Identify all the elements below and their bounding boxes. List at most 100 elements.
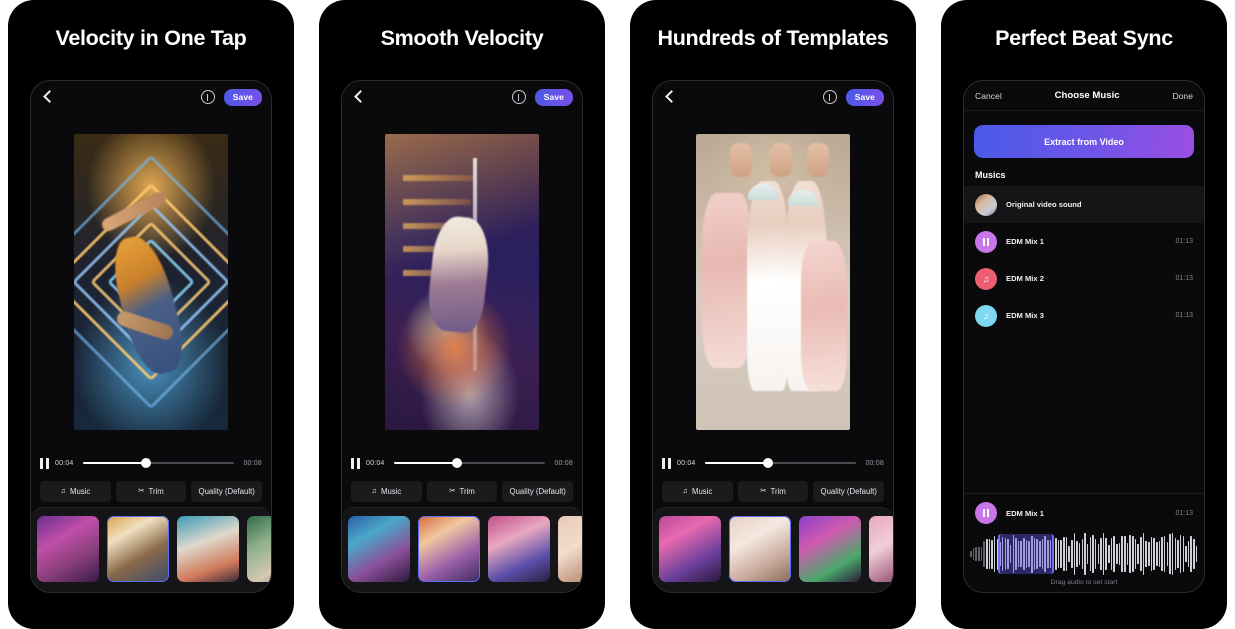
editor-topbar: Save <box>31 81 271 113</box>
scissors-icon: ✂ <box>760 486 767 496</box>
music-screen-title: Choose Music <box>1054 90 1120 101</box>
tool-button-row: ♫ Music ✂ Trim Quality (Default) <box>31 475 271 507</box>
music-row-edm-mix-1[interactable]: EDM Mix 1 01:13 <box>964 223 1204 260</box>
trim-button[interactable]: ✂ Trim <box>737 480 809 502</box>
music-row-duration: 01:13 <box>1175 238 1193 245</box>
quality-button[interactable]: Quality (Default) <box>813 480 885 502</box>
trim-button[interactable]: ✂ Trim <box>426 480 498 502</box>
scissors-icon: ✂ <box>138 486 145 496</box>
audio-waveform[interactable] <box>968 532 1200 576</box>
template-thumb-1[interactable] <box>37 516 99 582</box>
current-time-label: 00:04 <box>55 459 74 467</box>
save-button[interactable]: Save <box>534 88 573 106</box>
player-scrubber: 00:04 00:08 <box>653 451 893 475</box>
music-button[interactable]: ♫ Music <box>40 480 111 502</box>
pause-icon[interactable] <box>351 457 360 469</box>
template-thumb-1[interactable] <box>348 516 410 582</box>
template-thumb-3[interactable] <box>488 516 550 582</box>
quality-button[interactable]: Quality (Default) <box>191 480 263 502</box>
save-button[interactable]: Save <box>223 88 262 106</box>
chevron-left-icon[interactable] <box>662 89 678 105</box>
music-note-icon: ♫ <box>682 486 688 496</box>
pause-icon[interactable] <box>40 457 49 469</box>
template-thumb-4[interactable] <box>247 516 271 582</box>
save-button[interactable]: Save <box>845 88 884 106</box>
music-row-duration: 01:13 <box>1175 312 1193 319</box>
trim-button-label: Trim <box>459 486 475 496</box>
progress-knob[interactable] <box>452 458 463 468</box>
panel-title: Perfect Beat Sync <box>995 25 1173 50</box>
template-thumb-1[interactable] <box>659 516 721 582</box>
music-note-icon: ♫ <box>371 486 377 496</box>
video-artwork-twin-dancers <box>696 134 850 430</box>
music-row-title: EDM Mix 3 <box>1006 311 1044 320</box>
progress-knob[interactable] <box>141 458 152 468</box>
trim-button-label: Trim <box>148 486 164 496</box>
total-time-label: 00:08 <box>243 459 262 467</box>
video-preview-area <box>342 113 582 451</box>
pause-icon <box>975 230 997 253</box>
music-row-edm-mix-2[interactable]: ♫ EDM Mix 2 01:13 <box>964 260 1204 297</box>
info-icon[interactable] <box>511 90 526 104</box>
music-row-edm-mix-3[interactable]: ♫ EDM Mix 3 01:13 <box>964 297 1204 334</box>
trim-button[interactable]: ✂ Trim <box>115 480 187 502</box>
phone-frame: Save 00:04 00:08 ♫ Music ✂ Trim Quality … <box>652 80 894 593</box>
extract-from-video-button[interactable]: Extract from Video <box>974 125 1194 158</box>
panel-title: Hundreds of Templates <box>657 25 889 50</box>
template-strip <box>653 507 893 592</box>
progress-track[interactable] <box>704 458 857 468</box>
total-time-label: 00:08 <box>554 459 573 467</box>
video-preview[interactable] <box>696 134 850 430</box>
music-picker-topbar: Cancel Choose Music Done <box>964 81 1204 111</box>
selected-track-row[interactable]: EDM Mix 1 01:13 <box>964 494 1204 532</box>
cancel-button[interactable]: Cancel <box>975 91 1002 101</box>
music-note-icon: ♫ <box>975 304 997 327</box>
info-icon[interactable] <box>200 90 215 104</box>
current-time-label: 00:04 <box>677 459 696 467</box>
selected-track-title: EDM Mix 1 <box>1006 508 1044 518</box>
feature-panel-templates: Hundreds of Templates Save 00:04 00:08 ♫… <box>630 0 916 629</box>
done-button[interactable]: Done <box>1172 91 1193 101</box>
music-list[interactable]: Original video sound EDM Mix 1 01:13 ♫ E… <box>964 186 1204 493</box>
template-thumb-2[interactable] <box>418 516 480 582</box>
photo-thumb-avatar <box>975 193 997 216</box>
player-scrubber: 00:04 00:08 <box>31 451 271 475</box>
tool-button-row: ♫ Music ✂ Trim Quality (Default) <box>342 475 582 507</box>
video-preview[interactable] <box>74 134 228 430</box>
current-time-label: 00:04 <box>366 459 385 467</box>
template-thumb-4[interactable] <box>558 516 582 582</box>
template-strip <box>31 507 271 592</box>
video-preview[interactable] <box>385 134 539 430</box>
trim-button-label: Trim <box>770 486 786 496</box>
progress-knob[interactable] <box>763 458 774 468</box>
chevron-left-icon[interactable] <box>351 89 367 105</box>
template-thumb-2[interactable] <box>729 516 791 582</box>
template-thumb-3[interactable] <box>177 516 239 582</box>
progress-track[interactable] <box>393 458 546 468</box>
video-artwork-smoke-dancer <box>385 134 539 430</box>
pause-icon[interactable] <box>662 457 671 469</box>
music-button[interactable]: ♫ Music <box>351 480 422 502</box>
music-row-original-video-sound[interactable]: Original video sound <box>964 186 1204 223</box>
editor-topbar: Save <box>653 81 893 113</box>
quality-button[interactable]: Quality (Default) <box>502 480 574 502</box>
progress-track[interactable] <box>82 458 235 468</box>
info-icon[interactable] <box>822 90 837 104</box>
music-button[interactable]: ♫ Music <box>662 480 733 502</box>
music-row-title: Original video sound <box>1006 200 1082 209</box>
selected-track-duration: 01:13 <box>1175 509 1193 517</box>
template-thumb-4[interactable] <box>869 516 893 582</box>
template-thumb-2[interactable] <box>107 516 169 582</box>
selected-track-panel: EDM Mix 1 01:13 Drag audio to set start <box>964 493 1204 592</box>
music-note-icon: ♫ <box>975 267 997 290</box>
template-thumb-3[interactable] <box>799 516 861 582</box>
music-button-label: Music <box>691 486 713 496</box>
template-strip <box>342 507 582 592</box>
chevron-left-icon[interactable] <box>40 89 56 105</box>
phone-frame: Cancel Choose Music Done Extract from Vi… <box>963 80 1205 593</box>
video-preview-area <box>653 113 893 451</box>
scissors-icon: ✂ <box>449 486 456 496</box>
pause-icon[interactable] <box>975 502 997 524</box>
quality-button-label: Quality (Default) <box>820 486 877 496</box>
total-time-label: 00:08 <box>865 459 884 467</box>
